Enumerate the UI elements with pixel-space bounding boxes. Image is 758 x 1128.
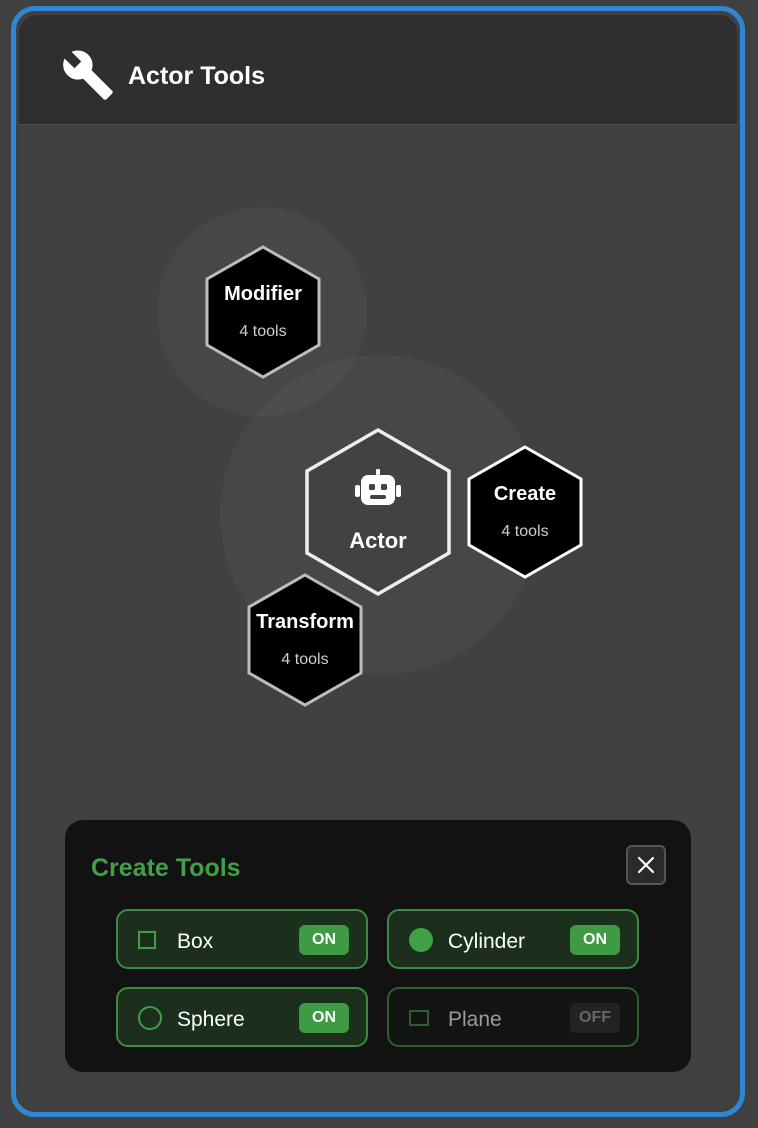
- tool-sphere[interactable]: Sphere ON: [116, 987, 368, 1047]
- create-tool-count: 4 tools: [501, 523, 549, 540]
- rectangle-outline-icon: [409, 1010, 429, 1026]
- transform-node[interactable]: Transform 4 tools: [245, 573, 365, 707]
- actor-label: Actor: [349, 528, 407, 553]
- radial-menu: Modifier 4 tools Actor Create 4 tools Tr…: [19, 125, 737, 805]
- create-node[interactable]: Create 4 tools: [465, 445, 585, 579]
- modifier-label: Modifier: [224, 283, 302, 305]
- app-window: Actor Tools Modifier 4 tools Actor Creat…: [11, 6, 745, 1117]
- modifier-tool-count: 4 tools: [239, 323, 287, 340]
- wrench-icon: [63, 50, 113, 100]
- tool-cylinder-label: Cylinder: [448, 930, 526, 953]
- transform-label: Transform: [256, 611, 354, 633]
- circle-outline-icon: [138, 1006, 162, 1030]
- actor-center-node[interactable]: Actor: [303, 427, 453, 597]
- tool-sphere-toggle[interactable]: ON: [299, 1003, 349, 1033]
- tool-plane-toggle[interactable]: OFF: [570, 1003, 620, 1033]
- square-outline-icon: [138, 931, 156, 949]
- tool-sphere-label: Sphere: [177, 1008, 245, 1031]
- transform-tool-count: 4 tools: [281, 651, 329, 668]
- tool-plane-label: Plane: [448, 1008, 502, 1031]
- tool-box-label: Box: [177, 930, 214, 953]
- close-button[interactable]: [626, 845, 666, 885]
- robot-icon: [355, 469, 401, 505]
- tool-cylinder-toggle[interactable]: ON: [570, 925, 620, 955]
- create-label: Create: [493, 483, 557, 505]
- close-icon: [637, 856, 655, 874]
- tool-cylinder[interactable]: Cylinder ON: [387, 909, 639, 969]
- header-bar: Actor Tools: [19, 15, 737, 125]
- create-hexagon: [467, 445, 583, 579]
- circle-filled-icon: [409, 928, 433, 952]
- window-body: Actor Tools Modifier 4 tools Actor Creat…: [19, 15, 737, 1108]
- tool-box[interactable]: Box ON: [116, 909, 368, 969]
- window-title: Actor Tools: [128, 62, 266, 90]
- tool-plane[interactable]: Plane OFF: [387, 987, 639, 1047]
- transform-hexagon: [247, 573, 363, 707]
- create-tools-panel: Create Tools Box ON Cylinder ON Sphere O…: [65, 820, 691, 1072]
- panel-title: Create Tools: [91, 854, 241, 882]
- tool-box-toggle[interactable]: ON: [299, 925, 349, 955]
- actor-hexagon: [305, 427, 451, 597]
- modifier-hexagon: [205, 245, 321, 379]
- modifier-node[interactable]: Modifier 4 tools: [203, 245, 323, 379]
